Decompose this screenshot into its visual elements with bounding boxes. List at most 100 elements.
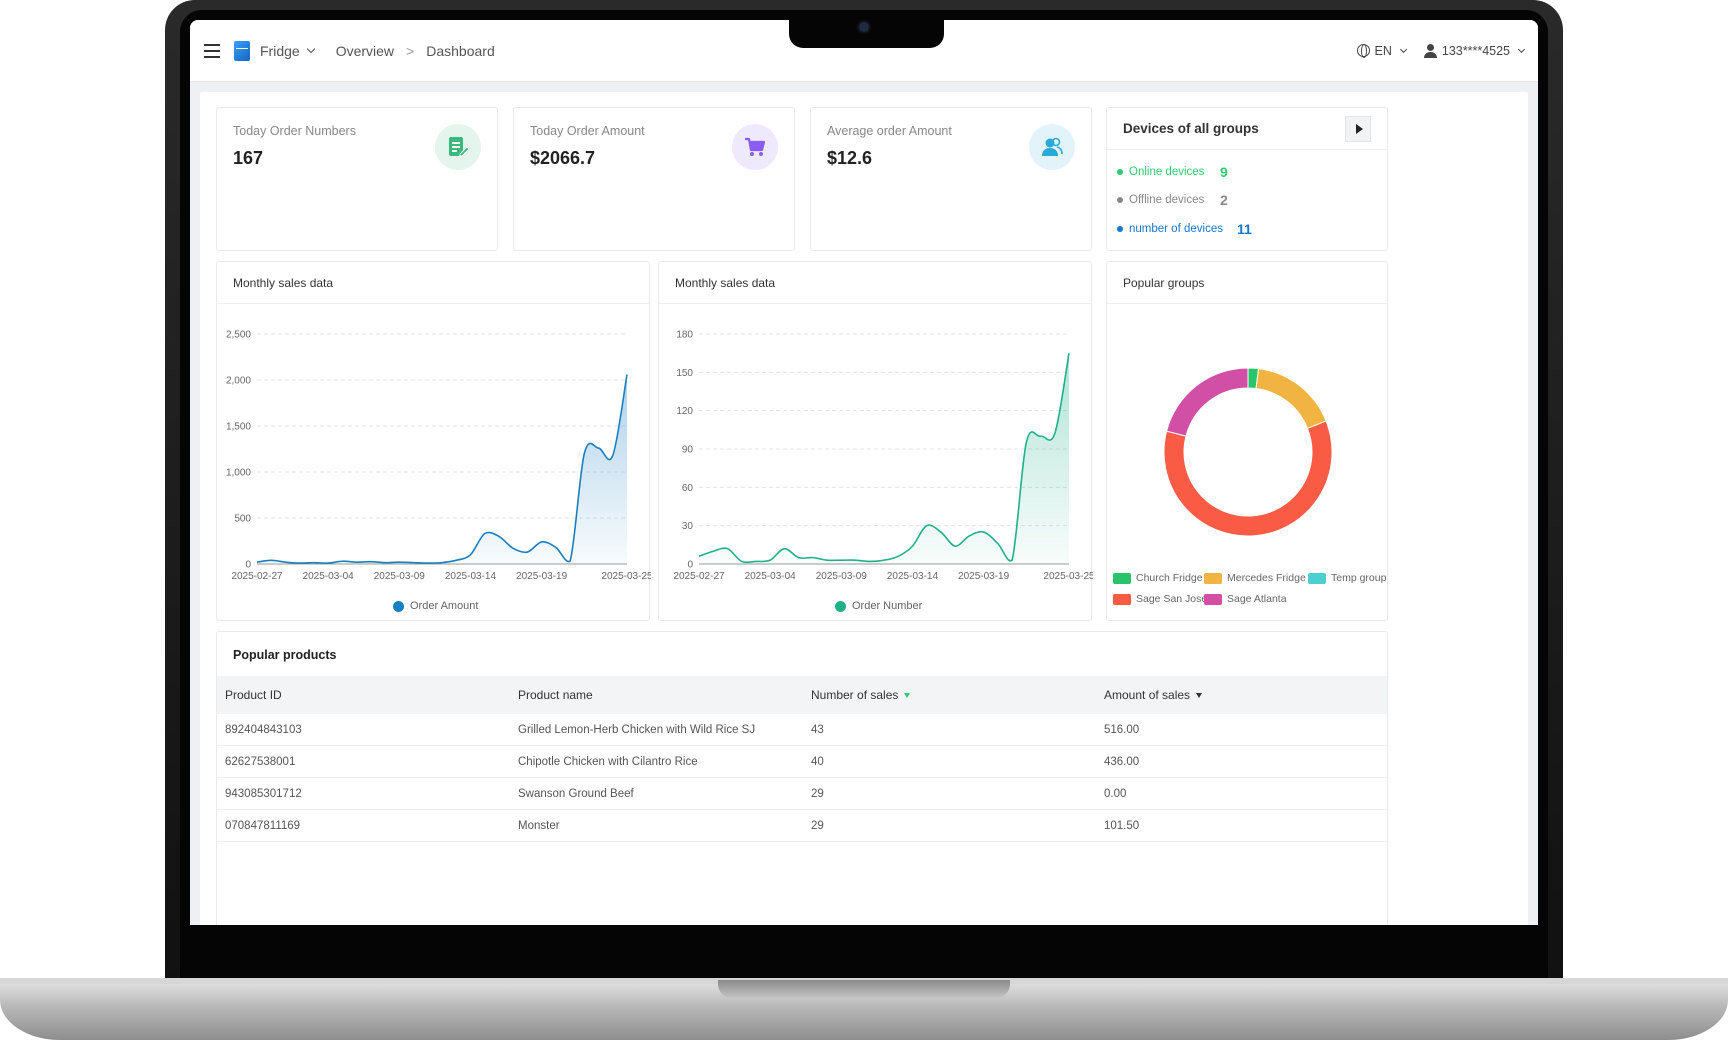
x-tick-label: 2025-03-25	[1043, 571, 1093, 582]
chevron-down-icon	[306, 44, 315, 54]
stat-card-order-amount: Today Order Amount $2066.7	[513, 107, 795, 251]
column-label: Amount of sales	[1104, 688, 1191, 702]
donut-slice-sage-san-jose[interactable]	[1163, 420, 1333, 537]
cell-product-name: Grilled Lemon-Herb Chicken with Wild Ric…	[518, 724, 756, 736]
cell-product-name: Swanson Ground Beef	[518, 788, 634, 800]
table-row[interactable]: 892404843103 Grilled Lemon-Herb Chicken w…	[217, 714, 1387, 746]
status-dot	[1117, 197, 1123, 203]
x-tick-label: 2025-02-27	[231, 571, 283, 582]
y-tick-label: 180	[676, 330, 693, 341]
legend-sage-san-jose[interactable]: Sage San Jose	[1113, 593, 1207, 605]
legend-mercedes-fridge[interactable]: Mercedes Fridge	[1204, 572, 1306, 584]
cell-product-id: 62627538001	[225, 756, 296, 768]
cell-product-id: 070847811169	[225, 820, 301, 832]
donut-slice-mercedes-fridge[interactable]	[1255, 368, 1327, 430]
cell-number-of-sales: 29	[811, 820, 824, 832]
stat-label: Average order Amount	[827, 124, 952, 138]
donut-slice-sage-atlanta[interactable]	[1166, 367, 1249, 437]
legend-label: Temp group	[1331, 572, 1387, 584]
breadcrumb-overview[interactable]: Overview	[336, 43, 394, 59]
sort-desc-icon[interactable]	[904, 692, 911, 698]
breadcrumb-dashboard: Dashboard	[426, 42, 495, 59]
column-label: Product name	[518, 688, 593, 702]
y-tick-label: 120	[676, 406, 693, 417]
user-icon	[1423, 43, 1437, 58]
legend-label: Sage San Jose	[1136, 593, 1208, 605]
series-area	[257, 374, 627, 564]
stat-label: Today Order Amount	[530, 124, 645, 138]
column-header-amount-of-sales[interactable]: Amount of sales	[1104, 688, 1203, 702]
popular-groups-card: Popular groups Church Fridge Mercedes Fr…	[1106, 261, 1388, 621]
devices-title: Devices of all groups	[1123, 121, 1259, 136]
next-button[interactable]	[1345, 115, 1371, 142]
legend-church-fridge[interactable]: Church Fridge	[1113, 572, 1203, 584]
table-row[interactable]: 62627538001 Chipotle Chicken with Cilantr…	[217, 746, 1387, 778]
legend-temp-group[interactable]: Temp group	[1308, 572, 1386, 584]
series-line[interactable]	[698, 353, 1070, 564]
play-icon	[1355, 123, 1363, 134]
series-area	[699, 353, 1069, 564]
total-devices-count: 11	[1237, 221, 1252, 237]
offline-devices-count: 2	[1220, 192, 1228, 208]
x-tick-label: 2025-03-09	[816, 571, 868, 582]
y-tick-label: 0	[687, 560, 693, 571]
cell-product-name: Chipotle Chicken with Cilantro Rice	[518, 756, 698, 768]
chart-legend[interactable]: Order Number	[835, 600, 922, 612]
cell-product-id: 943085301712	[225, 788, 302, 800]
cell-amount-of-sales: 516.00	[1104, 724, 1140, 736]
order-amount-chart: 0 500 1,000 1,500 2,000 2,500 2025-02-27 2025-0…	[226, 330, 651, 583]
y-tick-label: 60	[682, 483, 694, 494]
user-name: 133****4525	[1441, 43, 1510, 58]
app-selector[interactable]: Fridge	[260, 43, 315, 59]
column-label: Product ID	[225, 688, 282, 702]
legend-sage-atlanta[interactable]: Sage Atlanta	[1204, 593, 1287, 605]
users-icon	[1029, 124, 1075, 170]
column-header-product-id: Product ID	[225, 688, 282, 702]
fridge-logo-icon	[234, 40, 250, 61]
legend-swatch	[1204, 593, 1222, 605]
cell-amount-of-sales: 436.00	[1104, 756, 1140, 768]
x-tick-label: 2025-03-09	[374, 571, 426, 582]
series-line[interactable]	[256, 374, 628, 564]
x-tick-label: 2025-03-04	[745, 571, 797, 582]
chart-header: Monthly sales data	[659, 262, 1091, 304]
shopping-cart-icon	[732, 124, 778, 170]
x-tick-label: 2025-02-27	[673, 571, 725, 582]
sort-desc-icon[interactable]	[1196, 692, 1203, 698]
y-tick-label: 30	[682, 521, 694, 532]
breadcrumb-separator: >	[406, 42, 415, 59]
column-header-product-name: Product name	[518, 688, 593, 702]
cell-number-of-sales: 29	[811, 788, 824, 800]
chart-header: Popular groups	[1107, 262, 1387, 304]
legend-swatch	[1308, 572, 1326, 584]
chart-title: Popular groups	[1123, 275, 1205, 290]
stat-card-order-numbers: Today Order Numbers 167	[216, 107, 498, 251]
column-header-number-of-sales[interactable]: Number of sales	[811, 688, 911, 702]
stat-card-average-amount: Average order Amount $12.6	[810, 107, 1092, 251]
legend-marker	[393, 600, 404, 612]
popular-products-card: Popular products Product ID Product name…	[216, 631, 1388, 925]
chart-legend[interactable]: Order Amount	[393, 600, 478, 612]
y-tick-label: 1,500	[226, 422, 251, 433]
devices-card-header: Devices of all groups	[1107, 108, 1387, 150]
x-tick-label: 2025-03-19	[958, 571, 1010, 582]
offline-devices-row: Offline devices	[1117, 194, 1204, 206]
cell-product-id: 892404843103	[225, 724, 302, 736]
cell-number-of-sales: 40	[811, 756, 824, 768]
screen: Fridge Overview > Dashboard EN 133****45…	[190, 20, 1538, 925]
total-devices-row: number of devices	[1117, 223, 1223, 235]
legend-swatch	[1113, 572, 1131, 584]
legend-label: Order Number	[852, 600, 923, 612]
status-dot	[1117, 226, 1123, 232]
user-menu[interactable]: 133****4525	[1423, 43, 1526, 58]
globe-icon	[1356, 44, 1370, 58]
table-row[interactable]: 943085301712 Swanson Ground Beef 29 0.00	[217, 778, 1387, 810]
chart-card-order-number: Monthly sales data 0 30 60 90 120 150 180 2025-…	[658, 261, 1093, 621]
table-row[interactable]: 070847811169 Monster 29 101.50	[217, 810, 1387, 842]
hamburger-menu-icon[interactable]	[204, 43, 220, 58]
offline-devices-label: Offline devices	[1129, 194, 1205, 206]
table-title: Popular products	[233, 648, 337, 662]
language-selector[interactable]: EN	[1356, 43, 1407, 58]
cell-product-name: Monster	[518, 820, 560, 832]
language-label: EN	[1374, 43, 1392, 58]
